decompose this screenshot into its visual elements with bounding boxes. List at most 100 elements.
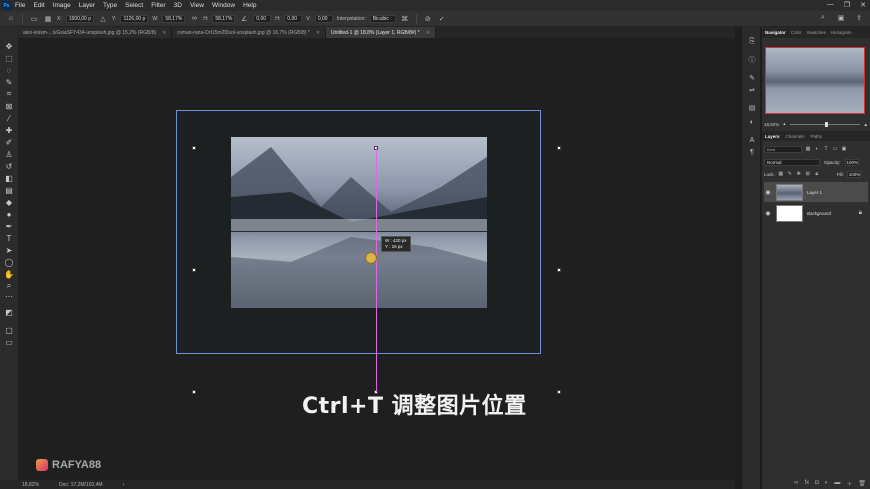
- tab-color[interactable]: Color: [791, 30, 802, 35]
- transform-handle[interactable]: [192, 268, 196, 272]
- character-icon[interactable]: A: [747, 135, 757, 145]
- tab-swatches[interactable]: Swatches: [807, 30, 827, 35]
- pixel-filter-icon[interactable]: ▦: [805, 146, 811, 152]
- tab-histogram[interactable]: Histogram: [831, 30, 852, 35]
- menu-3d[interactable]: 3D: [174, 2, 182, 9]
- commit-transform-icon[interactable]: ✓: [437, 14, 447, 24]
- hand-tool-icon[interactable]: ✋: [3, 269, 15, 279]
- type-tool-icon[interactable]: T: [3, 233, 15, 243]
- layer-row[interactable]: ◉ Layer 1: [764, 182, 868, 202]
- adjustment-layer-icon[interactable]: ◐: [825, 480, 829, 486]
- quick-mask-icon[interactable]: ▢: [3, 325, 15, 335]
- menu-help[interactable]: Help: [243, 2, 256, 9]
- paragraph-icon[interactable]: ¶: [747, 147, 757, 157]
- w-field[interactable]: 58,17%: [162, 14, 186, 23]
- lock-paint-icon[interactable]: ✎: [787, 171, 793, 177]
- blend-mode-select[interactable]: Normal: [764, 158, 820, 166]
- document-tab[interactable]: alex-knism-...ivGsiaSFY434-unsplash.jpg …: [18, 27, 173, 38]
- cancel-transform-icon[interactable]: ⊘: [423, 14, 433, 24]
- layer-row[interactable]: ◉ Background 🔒︎: [764, 203, 868, 223]
- layer-kind-filter[interactable]: Kind: [764, 145, 802, 153]
- link-layers-icon[interactable]: ∞: [794, 480, 798, 486]
- layer-name[interactable]: Background: [807, 211, 831, 216]
- h-field[interactable]: 58,17%: [212, 14, 236, 23]
- dodge-tool-icon[interactable]: ●: [3, 209, 15, 219]
- transform-handle[interactable]: [557, 268, 561, 272]
- status-zoom[interactable]: 18,82%: [22, 482, 39, 488]
- close-icon[interactable]: ✕: [860, 1, 866, 9]
- free-transform-box[interactable]: [176, 110, 541, 354]
- link-icon[interactable]: ∞: [189, 14, 199, 24]
- reference-point-icon[interactable]: ▦: [43, 14, 53, 24]
- warp-icon[interactable]: ⌘: [400, 14, 410, 24]
- lock-artboard-icon[interactable]: ⊠: [805, 171, 811, 177]
- fill-field[interactable]: 100%: [846, 170, 861, 178]
- menu-image[interactable]: Image: [53, 2, 71, 9]
- info-icon[interactable]: ⓘ: [747, 55, 757, 65]
- eye-icon[interactable]: ◉: [764, 210, 772, 217]
- y-field[interactable]: 1126,00 p: [120, 14, 149, 23]
- shape-tool-icon[interactable]: ◯: [3, 257, 15, 267]
- transform-handle[interactable]: [557, 146, 561, 150]
- smart-filter-icon[interactable]: ▣: [841, 146, 847, 152]
- eye-icon[interactable]: ◉: [764, 189, 772, 196]
- libraries-icon[interactable]: ▤: [747, 103, 757, 113]
- status-doc-size[interactable]: Doc: 17,2M/102,4M: [59, 482, 103, 488]
- history-icon[interactable]: ⎘: [747, 37, 757, 47]
- adjustments-icon[interactable]: ◐: [747, 117, 757, 127]
- close-icon[interactable]: ✕: [426, 30, 430, 36]
- close-icon[interactable]: ✕: [162, 30, 166, 36]
- eraser-icon[interactable]: ◧: [3, 173, 15, 183]
- transform-handle[interactable]: [192, 390, 196, 394]
- healing-brush-icon[interactable]: ✚: [3, 125, 15, 135]
- type-filter-icon[interactable]: T: [823, 146, 829, 152]
- mask-icon[interactable]: ◘: [815, 480, 819, 486]
- layer-name[interactable]: Layer 1: [807, 190, 822, 195]
- transform-handle[interactable]: [192, 146, 196, 150]
- zoom-tool-icon[interactable]: ⌕: [3, 281, 15, 291]
- chevron-right-icon[interactable]: ›: [123, 482, 125, 488]
- menu-layer[interactable]: Layer: [79, 2, 95, 9]
- path-select-icon[interactable]: ➤: [3, 245, 15, 255]
- navigator-preview[interactable]: [765, 47, 865, 114]
- document-tab-active[interactable]: Untitled-1 @ 18,8% (Layer 1, RGB/8#) * ✕: [325, 27, 436, 38]
- vskew-field[interactable]: 0,00: [314, 14, 333, 23]
- trash-icon[interactable]: 🗑︎: [858, 480, 866, 487]
- more-tools-icon[interactable]: ⋯: [3, 291, 15, 301]
- tab-channels[interactable]: Channels: [786, 134, 805, 139]
- menu-file[interactable]: File: [15, 2, 25, 9]
- transform-handle[interactable]: [557, 390, 561, 394]
- move-tool-icon[interactable]: ✥: [3, 41, 15, 51]
- brush-tool-icon[interactable]: ✐: [3, 137, 15, 147]
- lock-icon[interactable]: 🔒︎: [859, 210, 862, 217]
- gradient-icon[interactable]: ▤: [3, 185, 15, 195]
- x-field[interactable]: 1500,00 p: [65, 14, 94, 23]
- zoom-out-icon[interactable]: ▴: [783, 121, 785, 127]
- angle-field[interactable]: 0,00: [253, 14, 272, 23]
- delta-icon[interactable]: △: [98, 14, 108, 24]
- menu-filter[interactable]: Filter: [151, 2, 165, 9]
- restore-icon[interactable]: ❐: [844, 1, 850, 9]
- lock-position-icon[interactable]: ✥: [796, 171, 802, 177]
- navigator-zoom-value[interactable]: 18,82%: [764, 122, 779, 127]
- opacity-field[interactable]: 100%: [844, 158, 859, 166]
- tab-layers[interactable]: Layers: [765, 134, 780, 139]
- lock-all-icon[interactable]: 🔒︎: [814, 171, 820, 177]
- menu-window[interactable]: Window: [212, 2, 235, 9]
- brush-settings-icon[interactable]: ✎: [747, 73, 757, 83]
- adjust-icon[interactable]: ⇌: [747, 85, 757, 95]
- frame-tool-icon[interactable]: ⊠: [3, 101, 15, 111]
- zoom-in-icon[interactable]: ▲: [864, 122, 868, 127]
- eyedropper-icon[interactable]: ⁄: [3, 113, 15, 123]
- adjustment-filter-icon[interactable]: ◐: [814, 146, 820, 152]
- zoom-slider[interactable]: [789, 121, 860, 127]
- home-icon[interactable]: ⌂: [6, 14, 16, 24]
- share-icon[interactable]: ⇪: [854, 13, 864, 23]
- menu-view[interactable]: View: [190, 2, 204, 9]
- tab-navigator[interactable]: Navigator: [765, 30, 786, 35]
- menu-type[interactable]: Type: [103, 2, 117, 9]
- menu-edit[interactable]: Edit: [33, 2, 44, 9]
- lasso-tool-icon[interactable]: ◌: [3, 65, 15, 75]
- marquee-tool-icon[interactable]: ⬚: [3, 53, 15, 63]
- workspace-icon[interactable]: ▣: [836, 13, 846, 23]
